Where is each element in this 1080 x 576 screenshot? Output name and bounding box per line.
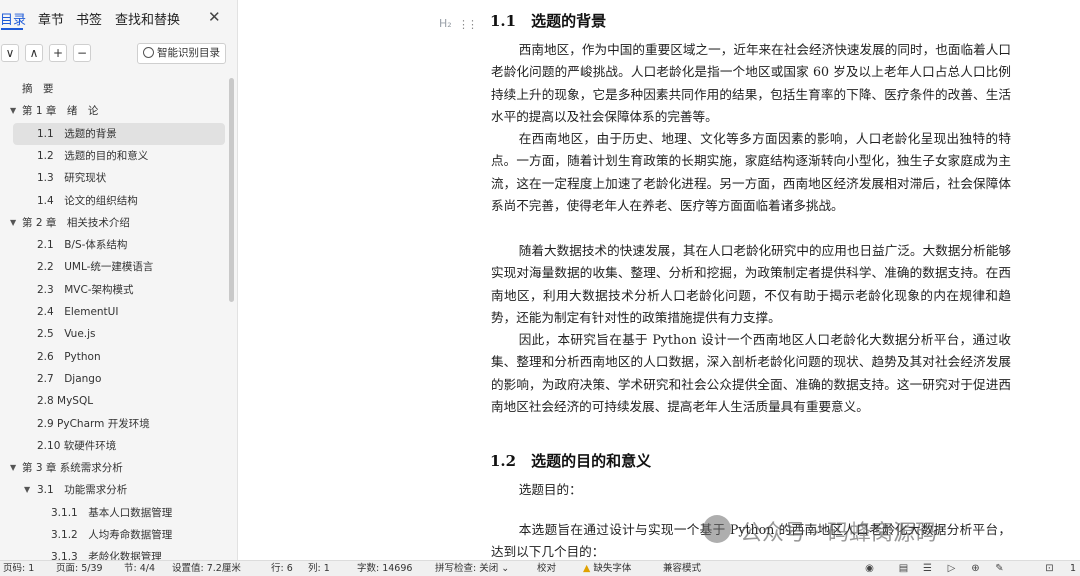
play-icon[interactable]: ▷: [946, 563, 957, 574]
smart-toc-label: 智能识别目录: [157, 47, 220, 59]
toc-item-label: 第 2 章 相关技术介绍: [22, 216, 130, 229]
status-col[interactable]: 列: 1: [308, 561, 330, 576]
expand-button[interactable]: ∧: [25, 44, 43, 62]
toc-item-label: 2.6 Python: [37, 350, 101, 363]
close-icon[interactable]: ✕: [208, 8, 221, 26]
toc-item[interactable]: 1.4 论文的组织结构: [0, 190, 228, 212]
toc-item[interactable]: 1.3 研究现状: [0, 167, 228, 189]
status-spell-check[interactable]: 拼写检查: 关闭 ⌄: [435, 561, 509, 576]
add-heading-button[interactable]: +: [49, 44, 67, 62]
remove-heading-button[interactable]: −: [73, 44, 91, 62]
toc-item[interactable]: 2.4 ElementUI: [0, 301, 228, 323]
toc-item[interactable]: 2.8 MySQL: [0, 390, 228, 412]
tab-chapters[interactable]: 章节: [38, 9, 64, 28]
navigation-tabs: 目录 章节 书签 查找和替换 ✕: [0, 0, 237, 34]
status-zoom-end[interactable]: 1: [1070, 561, 1076, 576]
toc-list: 摘 要 ▼ 第 1 章 绪 论 1.1 选题的背景 1.2 选题的目的和意义 1.3 研究…: [0, 78, 228, 560]
watermark: 公众号 · 码蜂窝源码: [740, 521, 937, 546]
expand-arrow-icon[interactable]: ▼: [10, 212, 16, 234]
toc-item[interactable]: ▼ 3.1 功能需求分析: [0, 479, 228, 501]
toc-item-label: 2.2 UML-统一建模语言: [37, 261, 154, 274]
toc-item[interactable]: 2.10 软硬件环境: [0, 435, 228, 457]
status-page[interactable]: 页面: 5/39: [56, 561, 103, 576]
toc-item[interactable]: ▼ 第 3 章 系统需求分析: [0, 457, 228, 479]
page-view-icon[interactable]: ▤: [898, 563, 909, 574]
tab-active-indicator: [1, 28, 23, 30]
toc-item-label: 2.3 MVC-架构模式: [37, 283, 134, 296]
toc-item-label: 2.5 Vue.js: [37, 328, 96, 341]
toc-item-label: 3.1 功能需求分析: [37, 484, 128, 497]
toc-item[interactable]: 2.3 MVC-架构模式: [0, 279, 228, 301]
toc-item-label: 2.1 B/S-体系结构: [37, 239, 128, 252]
toc-scrollbar[interactable]: [229, 78, 234, 302]
smart-icon: [143, 47, 154, 58]
heading-1-1: 1.1 选题的背景: [490, 12, 607, 30]
tab-toc[interactable]: 目录: [0, 9, 26, 28]
expand-arrow-icon[interactable]: ▼: [10, 457, 16, 479]
toc-item[interactable]: 1.2 选题的目的和意义: [0, 145, 228, 167]
toc-item[interactable]: 2.7 Django: [0, 368, 228, 390]
toc-item[interactable]: 2.5 Vue.js: [0, 323, 228, 345]
toc-item-label: 摘 要: [22, 83, 54, 95]
status-setting[interactable]: 设置值: 7.2厘米: [172, 561, 241, 576]
warning-icon: ▲: [583, 563, 591, 574]
status-row[interactable]: 行: 6: [271, 561, 293, 576]
toc-item-label: 2.8 MySQL: [37, 395, 94, 408]
toc-item-label: 3.1.3 老龄化数据管理: [51, 551, 162, 560]
toc-item[interactable]: 3.1.2 人均寿命数据管理: [0, 524, 228, 546]
toc-item-label: 2.7 Django: [37, 372, 102, 385]
toc-item-label: 3.1.2 人均寿命数据管理: [51, 529, 173, 541]
toc-item[interactable]: 2.1 B/S-体系结构: [0, 234, 228, 256]
toc-item-label: 第 1 章 绪 论: [22, 105, 99, 118]
smart-toc-button[interactable]: 智能识别目录: [137, 43, 226, 64]
toc-item[interactable]: 3.1.1 基本人口数据管理: [0, 502, 228, 524]
toc-item[interactable]: 3.1.3 老龄化数据管理: [0, 546, 228, 560]
drag-handle-icon[interactable]: ⋮⋮: [458, 18, 478, 31]
paragraph-4: 因此，本研究旨在基于 Python 设计一个西南地区人口老龄化大数据分析平台，通…: [491, 332, 1011, 414]
status-proof[interactable]: 校对: [537, 561, 556, 576]
toc-item-label: 2.4 ElementUI: [37, 306, 119, 318]
collapse-all-button[interactable]: ∨: [1, 44, 19, 62]
heading-level-icon[interactable]: H₂: [439, 17, 452, 30]
paragraph-2: 在西南地区，由于历史、地理、文化等多方面因素的影响，人口老龄化呈现出独特的特点。…: [491, 131, 1011, 213]
status-word-count[interactable]: 字数: 14696: [357, 561, 412, 576]
toc-item-label: 2.10 软硬件环境: [37, 439, 117, 452]
expand-arrow-icon[interactable]: ▼: [10, 100, 16, 122]
toc-item-label: 3.1.1 基本人口数据管理: [51, 506, 173, 519]
status-compat-mode[interactable]: 兼容模式: [663, 561, 701, 576]
status-missing-font-label: 缺失字体: [593, 563, 632, 574]
toc-item[interactable]: ▼ 第 1 章 绪 论: [0, 100, 228, 122]
status-bar: 页码: 1 页面: 5/39 节: 4/4 设置值: 7.2厘米 行: 6 列:…: [0, 560, 1080, 576]
toc-item[interactable]: 摘 要: [0, 78, 228, 100]
web-view-icon[interactable]: ⊕: [970, 563, 981, 574]
toc-item[interactable]: 2.6 Python: [0, 346, 228, 368]
tab-bookmarks[interactable]: 书签: [76, 9, 102, 28]
status-page-code[interactable]: 页码: 1: [3, 561, 34, 576]
pen-icon[interactable]: ✎: [994, 563, 1005, 574]
toc-item[interactable]: 1.1 选题的背景: [13, 122, 225, 145]
toc-item-label: 1.2 选题的目的和意义: [37, 149, 149, 162]
paragraph-1: 西南地区，作为中国的重要区域之一，近年来在社会经济快速发展的同时，也面临着人口老…: [491, 42, 1011, 124]
status-missing-font[interactable]: ▲ 缺失字体: [583, 561, 631, 576]
toc-item[interactable]: ▼ 第 2 章 相关技术介绍: [0, 212, 228, 234]
status-section[interactable]: 节: 4/4: [124, 561, 155, 576]
toc-item-label: 1.1 选题的背景: [37, 127, 117, 140]
outline-view-icon[interactable]: ☰: [922, 563, 933, 574]
toc-item-label: 第 3 章 系统需求分析: [22, 462, 123, 475]
toc-item[interactable]: 2.2 UML-统一建模语言: [0, 256, 228, 278]
toc-item-label: 1.4 论文的组织结构: [37, 194, 138, 207]
toc-item-label: 1.3 研究现状: [37, 172, 107, 185]
expand-arrow-icon[interactable]: ▼: [24, 479, 30, 501]
tab-find-replace[interactable]: 查找和替换: [115, 9, 180, 28]
watermark-logo-icon: [703, 515, 731, 543]
sub-label: 选题目的：: [518, 482, 582, 497]
toc-item-label: 2.9 PyCharm 开发环境: [37, 417, 150, 430]
paragraph-3: 随着大数据技术的快速发展，其在人口老龄化研究中的应用也日益广泛。大数据分析能够实…: [491, 243, 1011, 325]
fit-page-icon[interactable]: ⊡: [1044, 563, 1055, 574]
eye-icon[interactable]: ◉: [864, 563, 875, 574]
toc-item[interactable]: 2.9 PyCharm 开发环境: [0, 413, 228, 435]
heading-1-2: 1.2 选题的目的和意义: [490, 452, 652, 470]
navigation-pane: 目录 章节 书签 查找和替换 ✕ ∨ ∧ + − 智能识别目录 摘 要 ▼ 第 1 …: [0, 0, 238, 560]
